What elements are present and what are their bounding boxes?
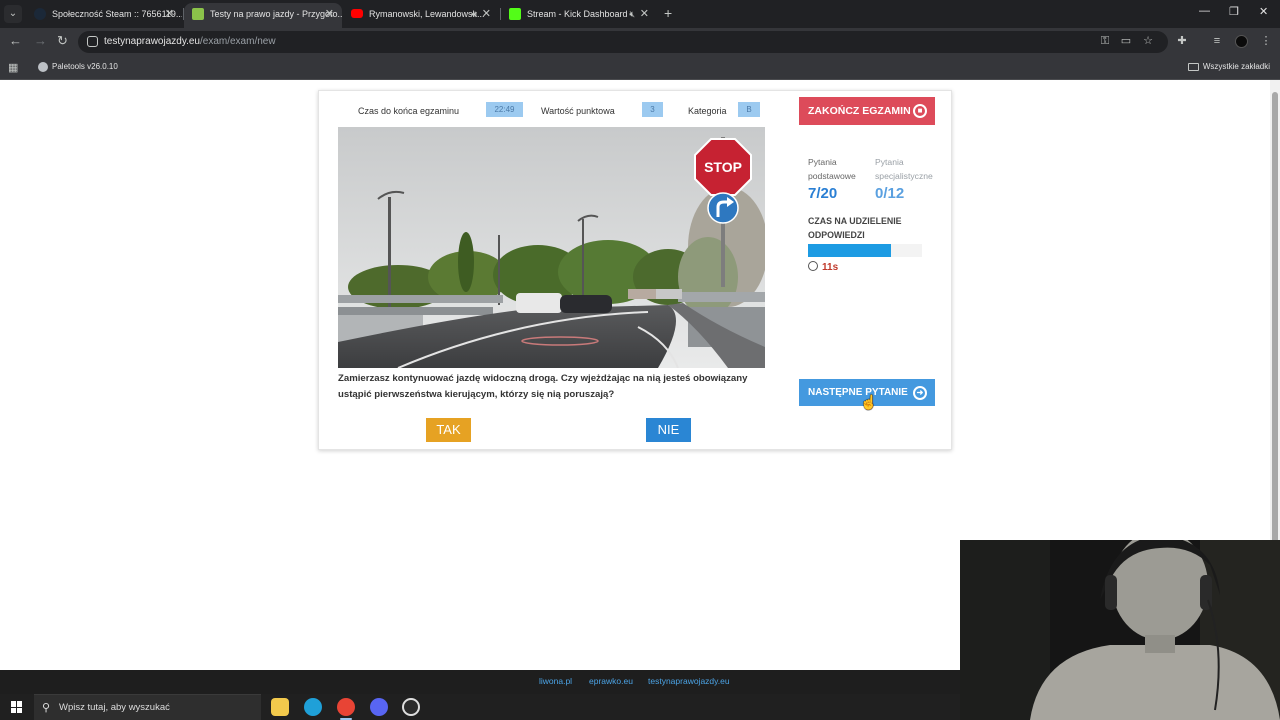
forward-arrow-icon[interactable]: → — [34, 33, 47, 48]
time-left-value: 22:49 — [486, 102, 523, 117]
globe-icon — [38, 61, 48, 72]
tab-testy-na-prawo-jazdy[interactable]: Testy na prawo jazdy - Przygoto... ✕ — [184, 3, 342, 28]
tab-kick-dashboard[interactable]: Stream - Kick Dashboard 🔇︎ ✕ — [501, 3, 657, 28]
taskbar-search-box[interactable]: ⚲ Wpisz tutaj, aby wyszukać — [34, 694, 261, 720]
hand-pointer-cursor-icon: ☝ — [860, 394, 878, 410]
minimize-icon[interactable]: — — [1199, 5, 1210, 17]
taskbar-search-placeholder: Wpisz tutaj, aby wyszukać — [59, 702, 170, 713]
answer-time-seconds: 11s — [822, 262, 839, 273]
answer-time-remaining: 11s — [808, 261, 838, 273]
close-icon[interactable]: ✕ — [165, 3, 174, 25]
tab-title: Stream - Kick Dashboard — [527, 9, 628, 19]
footer-link-testynaprawojazdy[interactable]: testynaprawojazdy.eu — [648, 676, 730, 686]
reload-icon[interactable]: ↻ — [57, 33, 68, 49]
footer-link-eprawko[interactable]: eprawko.eu — [589, 676, 633, 686]
chrome-icon[interactable] — [337, 698, 355, 720]
webcam-overlay — [960, 540, 1280, 720]
browser-toolbar: ← → ↻ testynaprawojazdy.eu/exam/exam/new… — [0, 28, 1280, 56]
chrome-menu-icon[interactable]: ⋮ — [1260, 35, 1272, 47]
answer-time-label: CZAS NA UDZIELENIE ODPOWIEDZI — [808, 216, 902, 240]
muted-speaker-icon[interactable]: 🔇︎ — [629, 3, 635, 25]
bookmark-star-icon[interactable]: ☆ — [1142, 35, 1154, 47]
answer-time-progress-bar — [808, 244, 922, 257]
special-questions-label: Pytania specjalistyczne — [875, 157, 933, 181]
answer-yes-button[interactable]: TAK — [426, 418, 471, 442]
points-value: 3 — [642, 102, 663, 117]
bookmark-label: Paletools v26.0.10 — [52, 62, 118, 71]
clock-icon — [808, 261, 818, 271]
discord-icon[interactable] — [370, 698, 388, 716]
url-text[interactable]: testynaprawojazdy.eu/exam/exam/new — [104, 36, 276, 47]
basic-questions-count: 7/20 — [808, 185, 838, 202]
bookmark-paletools[interactable]: Paletools v26.0.10 — [38, 61, 118, 73]
close-circle-icon: ■ — [913, 104, 927, 118]
end-exam-label: ZAKOŃCZ EGZAMIN — [808, 105, 911, 117]
tab-search-chevron-icon[interactable]: ⌄ — [4, 5, 22, 23]
steam-icon — [34, 8, 46, 20]
special-questions-count: 0/12 — [875, 185, 905, 202]
tab-youtube[interactable]: Rymanowski, Lewandowsk... 🔊︎ ✕ — [343, 3, 499, 28]
windows-start-icon[interactable] — [11, 701, 23, 713]
tab-title: Rymanowski, Lewandowsk... — [369, 9, 485, 19]
file-explorer-icon[interactable] — [271, 698, 289, 716]
tab-title: Społeczność Steam :: 7656119... — [52, 9, 182, 19]
category-value: B — [738, 102, 760, 117]
media-controls-icon[interactable]: ≡ — [1211, 35, 1223, 47]
window-close-icon[interactable]: ✕ — [1259, 5, 1268, 18]
answer-no-button[interactable]: NIE — [646, 418, 691, 442]
close-icon[interactable]: ✕ — [325, 3, 334, 25]
obs-icon[interactable] — [402, 698, 420, 716]
folder-icon — [1187, 62, 1199, 71]
all-bookmarks-label: Wszystkie zakładki — [1202, 62, 1270, 71]
tab-steam[interactable]: Społeczność Steam :: 7656119... ✕ — [26, 3, 182, 28]
tab-title: Testy na prawo jazdy - Przygoto... — [210, 9, 342, 19]
site-favicon-icon — [192, 8, 204, 20]
site-info-icon[interactable] — [87, 36, 98, 47]
close-icon[interactable]: ✕ — [482, 3, 491, 25]
category-label: Kategoria — [688, 106, 727, 116]
cast-icon[interactable]: ▭ — [1120, 35, 1132, 47]
edge-icon[interactable] — [304, 698, 322, 716]
answer-time-progress-fill — [808, 244, 892, 257]
footer-link-liwona[interactable]: liwona.pl — [539, 676, 572, 686]
new-tab-plus-icon[interactable]: + — [664, 5, 672, 21]
search-icon: ⚲ — [42, 702, 51, 714]
question-image: STOP — [338, 127, 765, 368]
basic-questions-label: Pytania podstawowe — [808, 157, 856, 181]
points-label: Wartość punktowa — [541, 106, 615, 116]
browser-tab-strip: ⌄ Społeczność Steam :: 7656119... ✕ Test… — [0, 0, 1280, 28]
profile-avatar[interactable] — [1235, 35, 1248, 48]
speaker-icon[interactable]: 🔊︎ — [471, 3, 477, 25]
end-exam-button[interactable]: ZAKOŃCZ EGZAMIN ■ — [799, 97, 935, 125]
question-text: Zamierzasz kontynuować jazdę widoczną dr… — [338, 373, 748, 400]
time-left-label: Czas do końca egzaminu — [358, 106, 460, 116]
url-domain: testynaprawojazdy.eu — [104, 36, 200, 47]
kick-icon — [509, 8, 521, 20]
close-icon[interactable]: ✕ — [640, 3, 649, 25]
arrow-right-circle-icon: ➜ — [913, 386, 927, 400]
restore-icon[interactable]: ❐ — [1229, 5, 1239, 18]
bookmarks-bar: ▦ Paletools v26.0.10 Wszystkie zakładki — [0, 56, 1280, 80]
password-key-icon[interactable]: ⚿ — [1099, 35, 1111, 47]
next-question-label: NASTĘPNE PYTANIE — [808, 387, 908, 398]
address-bar[interactable]: testynaprawojazdy.eu/exam/exam/new — [78, 31, 1168, 53]
url-path: /exam/exam/new — [199, 36, 276, 47]
back-arrow-icon[interactable]: ← — [9, 33, 22, 48]
stop-sign-text: STOP — [704, 159, 742, 175]
all-bookmarks-folder[interactable]: Wszystkie zakładki — [1187, 61, 1270, 73]
youtube-icon — [351, 9, 363, 18]
extensions-puzzle-icon[interactable]: ✚ — [1176, 35, 1188, 47]
apps-grid-icon[interactable]: ▦ — [8, 61, 18, 74]
